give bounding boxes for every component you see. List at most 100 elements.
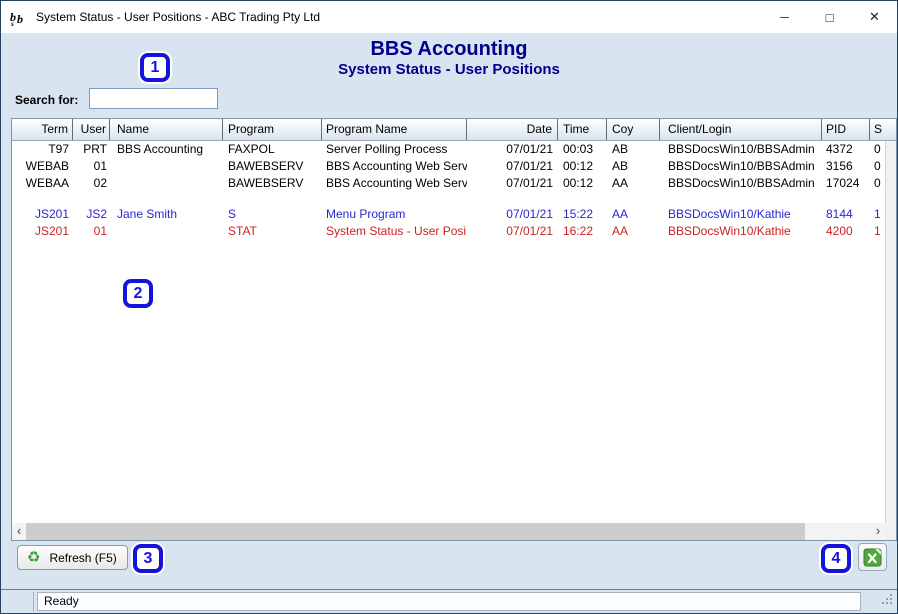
minimize-button[interactable]: ─ xyxy=(762,1,807,33)
status-text: Ready xyxy=(44,594,79,608)
column-header-term[interactable]: Term xyxy=(12,119,73,140)
table-cell: 07/01/21 xyxy=(467,158,558,175)
column-header-coy[interactable]: Coy xyxy=(607,119,660,140)
scroll-left-arrow-icon[interactable]: ‹ xyxy=(12,523,26,540)
table-cell: 4372 xyxy=(822,141,870,158)
table-cell: BBS Accounting xyxy=(110,141,223,158)
column-header-client-login[interactable]: Client/Login xyxy=(660,119,822,140)
column-header-time[interactable]: Time xyxy=(558,119,607,140)
table-row[interactable]: JS20101STATSystem Status - User Posi...0… xyxy=(12,223,885,240)
table-cell: 07/01/21 xyxy=(467,223,558,240)
table-cell: 8144 xyxy=(822,206,870,223)
table-cell: 01 xyxy=(73,223,110,240)
page-title: System Status - User Positions xyxy=(1,61,897,78)
table-cell: Server Polling Process xyxy=(322,141,467,158)
column-header-program-name[interactable]: Program Name xyxy=(322,119,467,140)
table-cell: T97 xyxy=(12,141,73,158)
table-cell: BBS Accounting Web Server xyxy=(322,158,467,175)
scrollbar-corner xyxy=(885,523,896,540)
table-cell: 1 xyxy=(870,223,885,240)
table-cell: 0 xyxy=(870,175,885,192)
table-cell xyxy=(110,158,223,175)
table-row[interactable]: WEBAB01 BAWEBSERVBBS Accounting Web Serve… xyxy=(12,158,885,175)
table-cell: JS201 xyxy=(12,206,73,223)
titlebar: b b s System Status - User Positions - A… xyxy=(1,1,897,33)
table-cell: AA xyxy=(607,206,660,223)
table-cell: PRT xyxy=(73,141,110,158)
table-cell: Jane Smith xyxy=(110,206,223,223)
export-excel-button[interactable] xyxy=(858,543,887,571)
table-cell: 01 xyxy=(73,158,110,175)
horizontal-scrollbar[interactable]: ‹ › xyxy=(12,523,885,540)
client-area: BBS Accounting System Status - User Posi… xyxy=(1,33,897,591)
refresh-button[interactable]: ♻ Refresh (F5) xyxy=(17,545,128,570)
status-panel: Ready xyxy=(37,592,861,611)
table-row[interactable]: WEBAA02BAWEBSERVBBS Accounting Web Serve… xyxy=(12,175,885,192)
scroll-right-arrow-icon[interactable]: › xyxy=(871,523,885,540)
svg-text:b: b xyxy=(17,12,23,26)
table-cell: 15:22 xyxy=(558,206,607,223)
table-cell: JS201 xyxy=(12,223,73,240)
app-icon: b b s xyxy=(10,9,28,26)
refresh-label: Refresh (F5) xyxy=(49,551,116,565)
table-cell: WEBAB xyxy=(12,158,73,175)
search-label: Search for: xyxy=(15,93,78,107)
table-cell: WEBAA xyxy=(12,175,73,192)
annotation-4: 4 xyxy=(821,544,851,573)
table-cell: 07/01/21 xyxy=(467,141,558,158)
table-cell: BBSDocsWin10/BBSAdmin xyxy=(660,141,822,158)
table-row[interactable]: T97PRTBBS AccountingFAXPOLServer Polling… xyxy=(12,141,885,158)
table-cell: JS2 xyxy=(73,206,110,223)
horizontal-scrollbar-thumb[interactable] xyxy=(26,523,805,540)
table-cell: 00:12 xyxy=(558,158,607,175)
window-title: System Status - User Positions - ABC Tra… xyxy=(36,10,320,24)
column-header-date[interactable]: Date xyxy=(467,119,558,140)
table-cell: 1 xyxy=(870,206,885,223)
table-cell: 07/01/21 xyxy=(467,206,558,223)
svg-text:s: s xyxy=(10,20,14,26)
refresh-icon: ♻ xyxy=(27,550,40,565)
column-header-s[interactable]: S xyxy=(870,119,896,140)
table-cell: 3156 xyxy=(822,158,870,175)
table-cell xyxy=(110,223,223,240)
table-cell: BBSDocsWin10/BBSAdmin xyxy=(660,175,822,192)
table-cell: 4200 xyxy=(822,223,870,240)
table-cell: AA xyxy=(607,223,660,240)
table-cell: 17024 xyxy=(822,175,870,192)
search-input[interactable] xyxy=(89,88,218,109)
status-bar-left-panel xyxy=(1,592,34,611)
annotation-1: 1 xyxy=(140,53,170,82)
column-header-program[interactable]: Program xyxy=(223,119,322,140)
table-cell: 02 xyxy=(73,175,110,192)
table-cell: AB xyxy=(607,158,660,175)
table-cell: AA xyxy=(607,175,660,192)
table-cell: FAXPOL xyxy=(223,141,322,158)
table-cell: 00:12 xyxy=(558,175,607,192)
resize-grip[interactable] xyxy=(880,593,894,611)
table-cell: 07/01/21 xyxy=(467,175,558,192)
table-cell: BBSDocsWin10/Kathie xyxy=(660,206,822,223)
table-cell: 00:03 xyxy=(558,141,607,158)
excel-icon xyxy=(863,548,882,567)
table-cell xyxy=(110,175,223,192)
table-cell: AB xyxy=(607,141,660,158)
maximize-button[interactable]: □ xyxy=(807,1,852,33)
table-body: T97PRTBBS AccountingFAXPOLServer Polling… xyxy=(12,141,885,523)
column-header-name[interactable]: Name xyxy=(110,119,223,140)
table-cell: STAT xyxy=(223,223,322,240)
vertical-scrollbar[interactable] xyxy=(885,141,896,523)
table-cell: S xyxy=(223,206,322,223)
annotation-3: 3 xyxy=(133,544,163,573)
table-cell: 0 xyxy=(870,158,885,175)
table-cell: BAWEBSERV xyxy=(223,158,322,175)
table-cell: 0 xyxy=(870,141,885,158)
close-button[interactable]: ✕ xyxy=(852,1,897,33)
column-header-pid[interactable]: PID xyxy=(822,119,870,140)
table-cell: 16:22 xyxy=(558,223,607,240)
column-header-user[interactable]: User xyxy=(73,119,110,140)
table-cell: BBSDocsWin10/BBSAdmin xyxy=(660,158,822,175)
table-row xyxy=(12,192,885,206)
status-bar: Ready xyxy=(1,589,897,613)
annotation-2: 2 xyxy=(123,279,153,308)
table-row[interactable]: JS201JS2Jane SmithSMenu Program07/01/211… xyxy=(12,206,885,223)
